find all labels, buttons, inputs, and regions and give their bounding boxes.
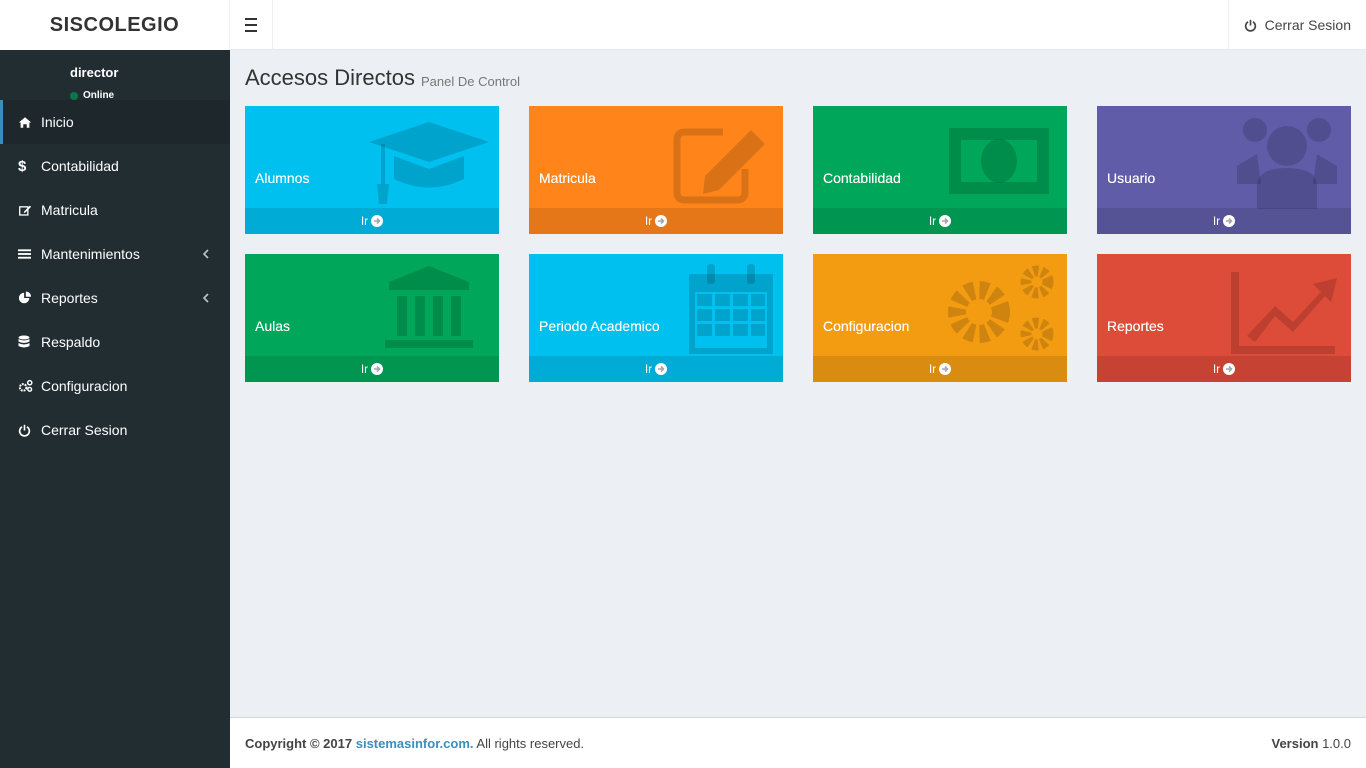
tile-label: Usuario bbox=[1107, 170, 1156, 186]
version-number: 1.0.0 bbox=[1322, 735, 1351, 751]
top-header: SISCOLEGIO Cerrar Sesion bbox=[0, 0, 1366, 50]
page-title: Accesos Directos bbox=[245, 65, 415, 90]
tile-label: Reportes bbox=[1107, 318, 1164, 334]
edit-icon bbox=[673, 128, 765, 204]
page-footer: Copyright © 2017 sistemasinfor.com. All … bbox=[230, 717, 1366, 768]
copyright-label: Copyright © 2017 bbox=[245, 735, 353, 751]
tile-footer-label: Ir bbox=[928, 214, 937, 228]
tile-footer-link[interactable]: Ir bbox=[813, 356, 1067, 382]
tile-label: Contabilidad bbox=[823, 170, 901, 186]
tile-reportes[interactable]: Reportes Ir bbox=[1097, 254, 1351, 382]
sidebar-item-cerrar-sesion[interactable]: Cerrar Sesion bbox=[0, 408, 230, 452]
tile-contabilidad[interactable]: Contabilidad Ir bbox=[813, 106, 1067, 234]
tile-footer-label: Ir bbox=[1212, 214, 1221, 228]
calendar-icon bbox=[689, 264, 773, 354]
brand-logo[interactable]: SISCOLEGIO bbox=[0, 0, 230, 50]
sidebar-item-inicio[interactable]: Inicio bbox=[0, 100, 230, 144]
tile-label: Matricula bbox=[539, 170, 596, 186]
pie-chart-icon bbox=[18, 291, 41, 305]
tile-label: Configuracion bbox=[823, 318, 910, 334]
sidebar-item-matricula[interactable]: Matricula bbox=[0, 188, 230, 232]
tile-alumnos[interactable]: Alumnos Ir bbox=[245, 106, 499, 234]
tile-footer-link[interactable]: Ir bbox=[529, 208, 783, 234]
chevron-left-icon bbox=[202, 247, 210, 263]
dollar-icon: $ bbox=[18, 157, 27, 175]
tile-configuracion[interactable]: Configuracion Ir bbox=[813, 254, 1067, 382]
sidebar-menu: Inicio $ Contabilidad Matricula Mantenim… bbox=[0, 100, 230, 452]
site-link[interactable]: sistemasinfor.com. bbox=[356, 736, 474, 751]
page-subtitle: Panel De Control bbox=[421, 74, 520, 89]
main-content: Accesos Directos Panel De Control Alumno… bbox=[230, 50, 1366, 717]
cogs-icon bbox=[18, 379, 41, 393]
version-info: Version 1.0.0 bbox=[1271, 736, 1351, 751]
sidebar-item-reportes[interactable]: Reportes bbox=[0, 276, 230, 320]
power-icon bbox=[18, 424, 41, 437]
sidebar-item-label: Configuracion bbox=[41, 378, 128, 394]
arrow-circle-right-icon bbox=[655, 215, 668, 227]
users-icon bbox=[1237, 118, 1337, 209]
arrow-circle-right-icon bbox=[939, 363, 952, 375]
header-logout-button[interactable]: Cerrar Sesion bbox=[1227, 0, 1366, 50]
tile-footer-link[interactable]: Ir bbox=[245, 208, 499, 234]
rights-label: All rights reserved. bbox=[476, 735, 585, 751]
arrow-circle-right-icon bbox=[1223, 363, 1236, 375]
arrow-circle-right-icon bbox=[939, 215, 952, 227]
tile-aulas[interactable]: Aulas Ir bbox=[245, 254, 499, 382]
chevron-left-icon bbox=[202, 291, 210, 307]
sidebar-item-label: Reportes bbox=[41, 290, 98, 306]
arrow-circle-right-icon bbox=[655, 363, 668, 375]
line-chart-icon bbox=[1231, 272, 1337, 354]
tile-footer-label: Ir bbox=[360, 214, 369, 228]
tile-footer-label: Ir bbox=[644, 214, 653, 228]
sidebar-item-mantenimientos[interactable]: Mantenimientos bbox=[0, 232, 230, 276]
sidebar-item-respaldo[interactable]: Respaldo bbox=[0, 320, 230, 364]
sidebar-item-label: Mantenimientos bbox=[41, 246, 140, 262]
tile-usuario[interactable]: Usuario Ir bbox=[1097, 106, 1351, 234]
tile-footer-label: Ir bbox=[1212, 362, 1221, 376]
arrow-circle-right-icon bbox=[371, 363, 384, 375]
sidebar-item-label: Respaldo bbox=[41, 334, 101, 350]
tile-footer-link[interactable]: Ir bbox=[813, 208, 1067, 234]
list-icon bbox=[18, 248, 41, 260]
money-icon bbox=[949, 128, 1049, 194]
sidebar: director Online Inicio $ Contabilidad Ma… bbox=[0, 50, 230, 768]
bank-icon bbox=[385, 266, 473, 348]
user-name: director bbox=[70, 65, 119, 80]
tile-label: Alumnos bbox=[255, 170, 310, 186]
power-icon bbox=[1244, 19, 1256, 32]
online-status-icon bbox=[70, 91, 78, 100]
graduation-cap-icon bbox=[369, 122, 489, 204]
hamburger-icon bbox=[245, 16, 257, 34]
header-logout-label: Cerrar Sesion bbox=[1264, 17, 1351, 33]
sidebar-item-label: Contabilidad bbox=[41, 158, 119, 174]
version-label: Version bbox=[1271, 735, 1319, 751]
arrow-circle-right-icon bbox=[371, 215, 384, 227]
sidebar-item-label: Inicio bbox=[41, 114, 74, 130]
database-icon bbox=[18, 335, 41, 349]
sidebar-item-label: Cerrar Sesion bbox=[41, 422, 128, 438]
tile-footer-link[interactable]: Ir bbox=[245, 356, 499, 382]
sidebar-item-label: Matricula bbox=[41, 202, 98, 218]
arrow-circle-right-icon bbox=[1223, 215, 1236, 227]
sidebar-toggle-button[interactable] bbox=[230, 0, 273, 50]
tile-footer-label: Ir bbox=[360, 362, 369, 376]
tile-matricula[interactable]: Matricula Ir bbox=[529, 106, 783, 234]
tile-footer-label: Ir bbox=[928, 362, 937, 376]
sidebar-item-contabilidad[interactable]: $ Contabilidad bbox=[0, 144, 230, 188]
home-icon bbox=[18, 116, 41, 129]
tile-footer-link[interactable]: Ir bbox=[1097, 208, 1351, 234]
cogs-icon bbox=[948, 265, 1054, 351]
sidebar-item-configuracion[interactable]: Configuracion bbox=[0, 364, 230, 408]
tile-periodo-academico[interactable]: Periodo Academico Ir bbox=[529, 254, 783, 382]
tile-label: Periodo Academico bbox=[539, 318, 660, 334]
tile-label: Aulas bbox=[255, 318, 291, 334]
tile-footer-link[interactable]: Ir bbox=[1097, 356, 1351, 382]
edit-icon bbox=[18, 204, 41, 217]
tile-footer-label: Ir bbox=[644, 362, 653, 376]
copyright-text: Copyright © 2017 sistemasinfor.com. All … bbox=[245, 736, 584, 751]
tile-footer-link[interactable]: Ir bbox=[529, 356, 783, 382]
user-panel: director Online bbox=[0, 50, 230, 101]
